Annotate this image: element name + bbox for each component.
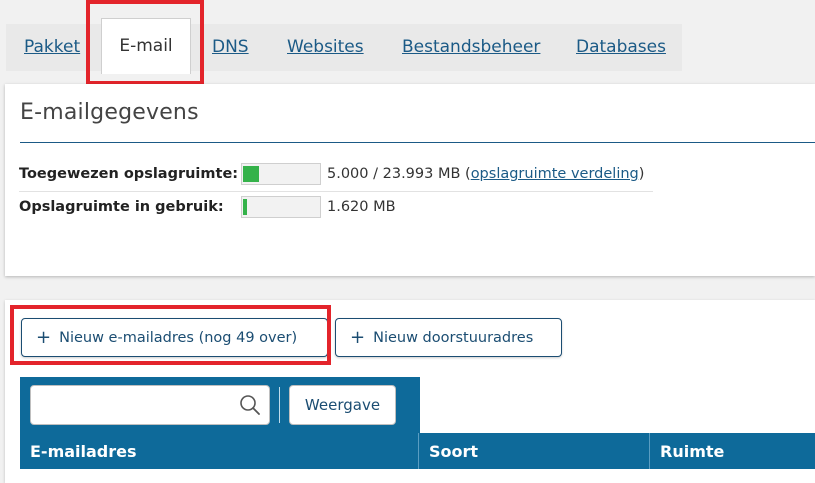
panel-title: E-mailgegevens: [20, 100, 199, 125]
tab-bestandsbeheer[interactable]: Bestandsbeheer: [402, 37, 540, 57]
tab-websites[interactable]: Websites: [287, 37, 364, 57]
search-field[interactable]: [30, 385, 270, 425]
title-divider: [20, 142, 815, 143]
column-header-type[interactable]: Soort: [419, 433, 650, 469]
used-storage-label: Opslagruimte in gebruik:: [19, 199, 224, 215]
assigned-storage-amount: 5.000 / 23.993 MB (: [327, 166, 471, 182]
plus-icon: +: [350, 326, 366, 348]
assigned-storage-label: Toegewezen opslagruimte:: [19, 166, 239, 182]
tab-pakket[interactable]: Pakket: [24, 37, 80, 57]
assigned-storage-progress-fill: [243, 166, 259, 182]
assigned-storage-progress-bar: [241, 163, 321, 185]
used-storage-value: 1.620 MB: [327, 199, 396, 215]
used-storage-row: Opslagruimte in gebruik: 1.620 MB: [19, 192, 653, 225]
highlight-box-new-email-button: [10, 305, 331, 365]
new-forward-address-button[interactable]: + Nieuw doorstuuradres: [335, 318, 562, 357]
column-header-email[interactable]: E-mailadres: [20, 433, 419, 469]
tab-databases[interactable]: Databases: [576, 37, 666, 57]
storage-distribution-link[interactable]: opslagruimte verdeling: [471, 166, 639, 182]
used-storage-progress-bar: [241, 196, 321, 218]
toolbar-divider: [279, 387, 280, 423]
table-header: E-mailadres Soort Ruimte: [20, 433, 815, 469]
email-details-panel: E-mailgegevens Toegewezen opslagruimte: …: [5, 84, 815, 276]
tab-dns[interactable]: DNS: [212, 37, 249, 57]
assigned-storage-row: Toegewezen opslagruimte: 5.000 / 23.993 …: [19, 159, 653, 192]
highlight-box-email-tab: [86, 0, 204, 85]
search-icon[interactable]: [239, 394, 261, 416]
assigned-storage-value: 5.000 / 23.993 MB (opslagruimte verdelin…: [327, 166, 644, 182]
used-storage-progress-fill: [243, 199, 247, 215]
assigned-storage-close-paren: ): [638, 166, 645, 182]
search-input[interactable]: [37, 394, 237, 416]
new-forward-address-label: Nieuw doorstuuradres: [373, 329, 534, 346]
column-header-space[interactable]: Ruimte: [650, 433, 815, 469]
view-button[interactable]: Weergave: [289, 385, 396, 425]
filter-toolbar-edge: [400, 377, 420, 435]
